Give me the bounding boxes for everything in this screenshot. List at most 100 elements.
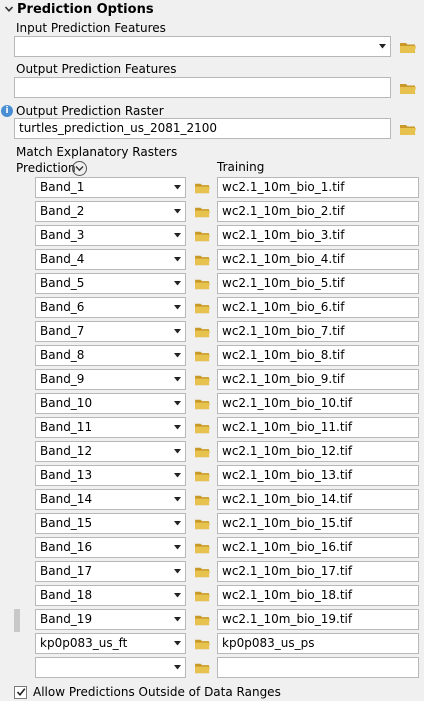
training-raster-field[interactable]: wc2.1_10m_bio_4.tif [217,249,419,270]
prediction-raster-select[interactable]: Band_2 [35,201,186,222]
prediction-raster-select[interactable]: Band_9 [35,369,186,390]
dropdown-arrow-icon[interactable] [173,586,181,605]
training-raster-field[interactable]: wc2.1_10m_bio_13.tif [217,465,419,486]
dropdown-arrow-icon[interactable] [173,274,181,293]
training-raster-field[interactable]: wc2.1_10m_bio_1.tif [217,177,419,198]
prediction-raster-select[interactable] [35,657,186,678]
dropdown-arrow-icon[interactable] [173,442,181,461]
dropdown-arrow-icon[interactable] [173,418,181,437]
folder-icon[interactable] [194,637,211,650]
folder-icon[interactable] [194,445,211,458]
training-raster-field[interactable]: wc2.1_10m_bio_2.tif [217,201,419,222]
training-raster-field[interactable]: wc2.1_10m_bio_8.tif [217,345,419,366]
dropdown-arrow-icon[interactable] [173,562,181,581]
folder-icon[interactable] [194,613,211,626]
prediction-raster-select[interactable]: Band_1 [35,177,186,198]
prediction-raster-select[interactable]: Band_4 [35,249,186,270]
prediction-raster-select[interactable]: Band_12 [35,441,186,462]
training-raster-field[interactable]: wc2.1_10m_bio_18.tif [217,585,419,606]
dropdown-arrow-icon[interactable] [173,514,181,533]
folder-icon[interactable] [194,493,211,506]
folder-icon[interactable] [194,661,211,674]
dropdown-arrow-icon[interactable] [173,322,181,341]
folder-icon[interactable] [194,301,211,314]
prediction-raster-select[interactable]: Band_14 [35,489,186,510]
prediction-raster-select[interactable]: Band_17 [35,561,186,582]
folder-icon[interactable] [194,421,211,434]
dropdown-arrow-icon[interactable] [173,610,181,629]
prediction-raster-select[interactable]: Band_7 [35,321,186,342]
training-raster-field[interactable]: wc2.1_10m_bio_7.tif [217,321,419,342]
training-column-header: Training [217,160,265,174]
dropdown-arrow-icon[interactable] [173,370,181,389]
training-raster-field[interactable]: wc2.1_10m_bio_14.tif [217,489,419,510]
training-raster-field[interactable]: kp0p083_us_ps [217,633,419,654]
output-raster-field[interactable]: turtles_prediction_us_2081_2100 [14,118,391,139]
dropdown-arrow-icon[interactable] [173,466,181,485]
folder-icon[interactable] [194,565,211,578]
prediction-raster-select[interactable]: Band_6 [35,297,186,318]
raster-match-row: Band_9 wc2.1_10m_bio_9.tif [0,369,424,390]
training-raster-field[interactable]: wc2.1_10m_bio_12.tif [217,441,419,462]
folder-icon[interactable] [194,349,211,362]
folder-icon[interactable] [194,469,211,482]
training-raster-field[interactable]: wc2.1_10m_bio_5.tif [217,273,419,294]
training-raster-field[interactable]: wc2.1_10m_bio_19.tif [217,609,419,630]
training-raster-field[interactable] [217,657,419,678]
training-raster-field[interactable]: wc2.1_10m_bio_15.tif [217,513,419,534]
prediction-raster-select[interactable]: Band_13 [35,465,186,486]
folder-icon[interactable] [399,40,417,54]
folder-icon[interactable] [194,253,211,266]
folder-icon[interactable] [399,81,417,95]
dropdown-arrow-icon[interactable] [173,394,181,413]
folder-icon[interactable] [194,541,211,554]
folder-icon[interactable] [194,181,211,194]
training-raster-field[interactable]: wc2.1_10m_bio_9.tif [217,369,419,390]
folder-icon[interactable] [194,277,211,290]
section-header[interactable]: Prediction Options [0,0,424,18]
output-features-field[interactable] [14,77,391,98]
training-raster-field[interactable]: wc2.1_10m_bio_6.tif [217,297,419,318]
allow-outside-checkbox[interactable] [14,685,27,699]
dropdown-arrow-icon[interactable] [173,346,181,365]
dropdown-arrow-icon[interactable] [173,178,181,197]
folder-icon[interactable] [194,229,211,242]
training-raster-field[interactable]: wc2.1_10m_bio_17.tif [217,561,419,582]
training-raster-field[interactable]: wc2.1_10m_bio_16.tif [217,537,419,558]
chevron-down-icon[interactable] [2,2,16,16]
prediction-raster-select[interactable]: Band_19 [35,609,186,630]
dropdown-arrow-icon[interactable] [173,226,181,245]
folder-icon[interactable] [194,325,211,338]
allow-outside-option[interactable]: Allow Predictions Outside of Data Ranges [14,684,281,700]
input-features-field[interactable] [14,36,391,57]
folder-icon[interactable] [194,589,211,602]
dropdown-arrow-icon[interactable] [378,37,386,56]
prediction-raster-select[interactable]: Band_10 [35,393,186,414]
dropdown-arrow-icon[interactable] [173,202,181,221]
prediction-raster-select[interactable]: Band_15 [35,513,186,534]
expand-circle-icon[interactable] [72,161,87,176]
dropdown-arrow-icon[interactable] [173,250,181,269]
prediction-raster-select[interactable]: kp0p083_us_ft [35,633,186,654]
folder-icon[interactable] [194,397,211,410]
training-raster-field[interactable]: wc2.1_10m_bio_10.tif [217,393,419,414]
training-raster-field[interactable]: wc2.1_10m_bio_3.tif [217,225,419,246]
prediction-column-header: Prediction [16,161,76,175]
prediction-raster-select[interactable]: Band_18 [35,585,186,606]
dropdown-arrow-icon[interactable] [173,634,181,653]
dropdown-arrow-icon[interactable] [173,658,181,677]
folder-icon[interactable] [194,517,211,530]
prediction-raster-select[interactable]: Band_3 [35,225,186,246]
dropdown-arrow-icon[interactable] [173,538,181,557]
prediction-raster-select[interactable]: Band_16 [35,537,186,558]
folder-icon[interactable] [399,122,417,136]
folder-icon[interactable] [194,373,211,386]
prediction-raster-select[interactable]: Band_8 [35,345,186,366]
prediction-raster-select[interactable]: Band_11 [35,417,186,438]
training-raster-field[interactable]: wc2.1_10m_bio_11.tif [217,417,419,438]
info-icon[interactable]: i [1,105,13,117]
dropdown-arrow-icon[interactable] [173,490,181,509]
folder-icon[interactable] [194,205,211,218]
dropdown-arrow-icon[interactable] [173,298,181,317]
prediction-raster-select[interactable]: Band_5 [35,273,186,294]
